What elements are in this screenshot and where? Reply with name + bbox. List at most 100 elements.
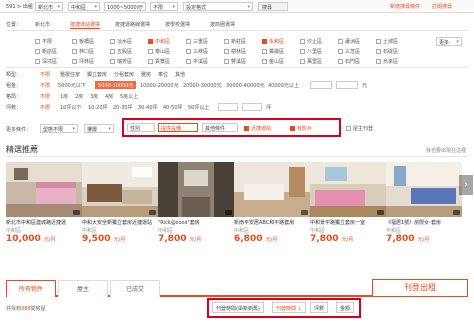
type-option[interactable]: 分租套房 [114,71,134,78]
district-option[interactable]: 坪林區 [72,58,94,65]
pattern-option[interactable]: 1房 [60,93,68,100]
pattern-option[interactable]: 5房以上 [120,93,138,100]
building-type-dropdown[interactable]: 型態不限 [40,124,78,133]
pattern-option[interactable]: 不限 [40,93,50,100]
area-option[interactable]: 30-40坪 [138,104,158,111]
type-option[interactable]: 不限 [40,71,50,78]
type-option[interactable]: 獨立套房 [87,71,107,78]
tab-all[interactable]: 所有物件 [6,280,56,297]
rent-option[interactable]: 40000元以上 [268,82,299,89]
district-option[interactable]: 林口區 [72,48,94,55]
district-option[interactable]: 汐止區 [300,38,322,45]
listing-photo[interactable] [234,162,310,217]
district-option[interactable]: 板橋區 [72,38,94,45]
location-tab[interactable]: 按捷運路線選擇 [115,21,150,28]
area-option[interactable]: 10-20坪 [88,104,108,111]
add-condition-link[interactable]: 新增搜尋條件 [390,3,420,10]
rent-option[interactable]: 5000元以下 [58,82,86,89]
district-option[interactable]: 三芝區 [338,48,360,55]
district-option[interactable]: 淡水區 [110,38,132,45]
floor-dropdown[interactable]: 樓層 [84,124,114,133]
sort-area-button[interactable]: 坪數 [310,302,329,313]
district-option[interactable]: 瑞芳區 [110,58,132,65]
type-select[interactable]: 不限 [150,2,178,11]
area-option[interactable]: 10坪以下 [60,104,81,111]
tab-owner[interactable]: 屋主 [58,280,108,297]
district-option[interactable]: 石門區 [338,58,360,65]
district-option[interactable]: 深坑區 [35,58,57,65]
listing-card[interactable]: 中和大安全新獨立套房近捷運站 中和區 9,500 元/月 [82,162,158,262]
district-option[interactable]: 烏來區 [376,58,398,65]
has-video-checkbox[interactable]: 有影片 [290,125,312,132]
rent-max-input[interactable] [336,81,358,89]
listing-title[interactable]: 中和景平路獨立套房一室 [310,219,386,226]
listing-card[interactable]: 中和景平路獨立套房一室 中和區 7,800 元/月 [310,162,386,262]
equipment-dropdown[interactable]: 提供設備 [158,123,198,132]
pattern-option[interactable]: 2房 [75,93,83,100]
listing-photo[interactable] [158,162,234,217]
district-option[interactable]: 三峽區 [186,48,208,55]
area-option[interactable]: 不限 [40,104,50,111]
listing-card[interactable]: 新南平安居ABC和平路套房 中和區 6,800 元/月 [234,162,310,262]
location-tab[interactable]: 按學校選擇 [165,21,190,28]
area-option[interactable]: 50坪以上 [188,104,209,111]
area-max-input[interactable] [242,103,262,111]
listing-title[interactable]: 中和大安全新獨立套房近捷運站 [82,219,158,226]
location-tab[interactable]: 按捷運站選擇 [70,21,101,29]
district-option[interactable]: 新店區 [35,48,57,55]
listing-title[interactable]: 新南平安居ABC和平路套房 [234,219,310,226]
area-option[interactable]: 40-50坪 [163,104,183,111]
district-option[interactable]: 金山區 [262,58,284,65]
type-option[interactable]: 車位 [158,71,168,78]
district-option[interactable]: 樹林區 [224,48,246,55]
post-rental-button[interactable]: 刊登出租 [372,279,468,297]
location-tab[interactable]: 新北市 [35,21,50,28]
other-conditions-dropdown[interactable]: 其他條件 [202,123,238,132]
rent-option[interactable]: 不限 [40,82,50,89]
search-button[interactable]: 搜尋 [258,2,288,11]
listing-title[interactable]: 新北市中和區連城路近捷運 [6,219,82,226]
district-option[interactable]: 新莊區 [224,38,246,45]
city-select[interactable]: 新北市 [35,2,63,11]
listing-photo[interactable] [386,162,462,217]
listing-photo[interactable] [82,162,158,217]
district-option[interactable]: 泰山區 [148,48,170,55]
pattern-option[interactable]: 3房 [90,93,98,100]
sort-price-button[interactable]: 金額 [336,302,355,313]
listing-title[interactable]: "Rick@coco"套房 [158,219,234,226]
breadcrumb[interactable]: 591 > 出租 [6,3,33,10]
district-option[interactable]: 五股區 [110,48,132,55]
type-option[interactable]: 雅房 [141,71,151,78]
type-option[interactable]: 其他 [175,71,185,78]
district-option[interactable]: 蘆洲區 [338,38,360,45]
owner-checkbox[interactable]: 屋主刊登 [346,125,373,132]
listing-title[interactable]: 《福居1號》房限女-套房 [386,219,462,226]
district-option[interactable]: 三重區 [186,38,208,45]
district-option[interactable]: 平溪區 [186,58,208,65]
price-select[interactable]: 1000~5000元 [104,2,146,11]
location-tab[interactable]: 按商圈選擇 [210,21,235,28]
featured-ad-link[interactable]: 我也要出現在這裡 [426,147,466,154]
district-option[interactable]: 永和區 [262,38,284,45]
keyword-input[interactable]: 設定格式 [183,2,253,11]
district-option[interactable]: 八里區 [300,48,322,55]
type-option[interactable]: 整層住家 [60,71,80,78]
district-option[interactable]: 石碇區 [376,48,398,55]
save-search-link[interactable]: 訂閱搜尋 [432,3,452,10]
listing-photo[interactable] [6,162,82,217]
district-option[interactable]: 貢寮區 [148,58,170,65]
sort-newest-button[interactable]: 刊登時間(由新到舊) [212,302,264,313]
listing-card[interactable]: "Rick@coco"套房 中和區 7,800 元/月 [158,162,234,262]
district-option[interactable]: 不限 [35,38,52,45]
listing-card[interactable]: 新北市中和區連城路近捷運 中和區 10,000 元/月 [6,162,82,262]
district-option[interactable]: 鶯歌區 [262,48,284,55]
rent-option-selected[interactable]: 5000-10000元 [95,81,137,89]
district-option[interactable]: 土城區 [376,38,398,45]
near-mrt-checkbox[interactable]: 近捷運站 [244,125,271,132]
rent-option[interactable]: 10000-20000元 [140,82,179,89]
district-option[interactable]: 萬里區 [300,58,322,65]
listing-photo[interactable] [310,162,386,217]
area-option[interactable]: 20-30坪 [113,104,133,111]
rent-min-input[interactable] [310,81,332,89]
more-districts-button[interactable]: 更多 [436,37,462,46]
